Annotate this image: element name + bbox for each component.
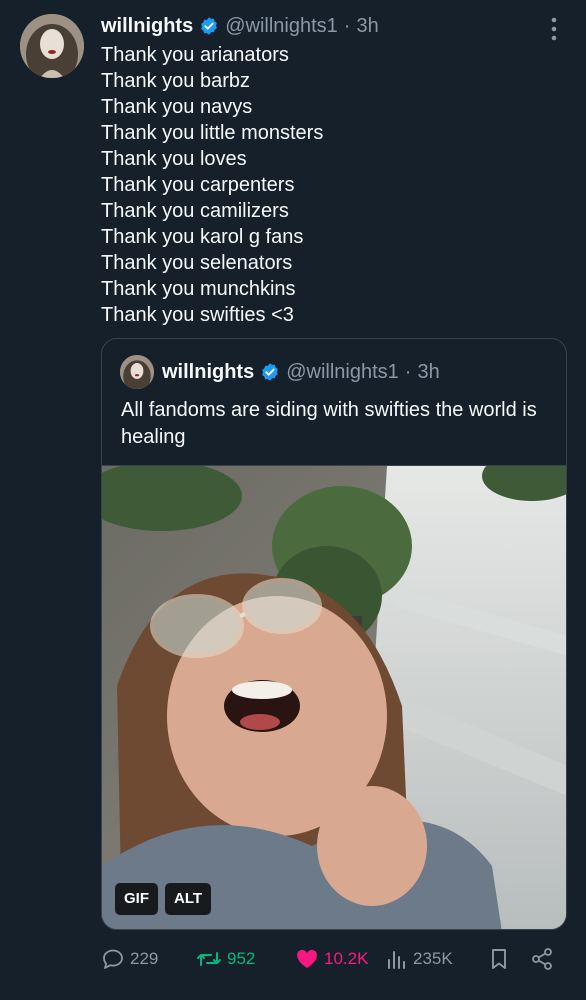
author-name[interactable]: willnights — [101, 15, 193, 38]
tweet-line: Thank you selenators — [101, 252, 293, 274]
quote-time[interactable]: 3h — [417, 361, 439, 384]
verified-badge-icon[interactable] — [199, 16, 219, 36]
like-count: 10.2K — [324, 949, 369, 968]
tweet-line: Thank you carpenters — [101, 174, 295, 196]
header-separator: · — [343, 14, 351, 37]
tweet-line: Thank you little monsters — [101, 122, 324, 144]
alt-text-button[interactable]: ALT — [165, 883, 212, 915]
quote-header: willnights @willnights1 · 3h — [120, 355, 440, 389]
tweet-line: Thank you arianators — [101, 44, 289, 66]
tweet-text: Thank you arianators Thank you barbz Tha… — [101, 42, 323, 328]
reply-icon — [101, 947, 125, 971]
views-count: 235K — [413, 949, 453, 968]
share-icon — [530, 947, 554, 971]
quoted-tweet[interactable]: willnights @willnights1 · 3h All fandoms… — [101, 338, 567, 930]
tweet-line: Thank you camilizers — [101, 200, 289, 222]
author-avatar[interactable] — [20, 14, 84, 78]
tweet-line: Thank you munchkins — [101, 278, 296, 300]
quote-text: All fandoms are siding with swifties the… — [121, 399, 537, 448]
reply-count: 229 — [130, 949, 159, 968]
like-button[interactable]: 10.2K — [295, 944, 368, 974]
tweet-line: Thank you navys — [101, 96, 253, 118]
quote-author-name[interactable]: willnights — [162, 361, 254, 384]
tweet-line: Thank you loves — [101, 148, 247, 170]
retweet-count: 952 — [227, 949, 256, 968]
gif-badge: GIF — [115, 883, 158, 915]
reply-button[interactable]: 229 — [101, 944, 158, 974]
share-button[interactable] — [530, 944, 554, 974]
retweet-icon — [196, 947, 222, 971]
action-bar: 229 952 10.2K 235K — [0, 944, 586, 974]
tweet-line: Thank you swifties <3 — [101, 304, 294, 326]
tweet-header: willnights @willnights1 · 3h — [101, 14, 379, 38]
verified-badge-icon[interactable] — [260, 362, 280, 382]
heart-icon — [295, 947, 319, 971]
author-handle[interactable]: @willnights1 — [225, 15, 338, 38]
quote-author-handle[interactable]: @willnights1 — [286, 361, 399, 384]
tweet-line: Thank you karol g fans — [101, 226, 304, 248]
tweet-line: Thank you barbz — [101, 70, 250, 92]
bookmark-button[interactable] — [488, 944, 510, 974]
views-button[interactable]: 235K — [386, 944, 453, 974]
more-options-icon[interactable] — [546, 16, 562, 42]
quote-author-avatar[interactable] — [120, 355, 154, 389]
quote-gif-media[interactable] — [102, 465, 566, 929]
tweet-time[interactable]: 3h — [356, 15, 378, 38]
views-chart-icon — [386, 947, 408, 971]
quote-header-separator: · — [404, 360, 412, 383]
retweet-button[interactable]: 952 — [196, 944, 255, 974]
bookmark-icon — [488, 947, 510, 971]
